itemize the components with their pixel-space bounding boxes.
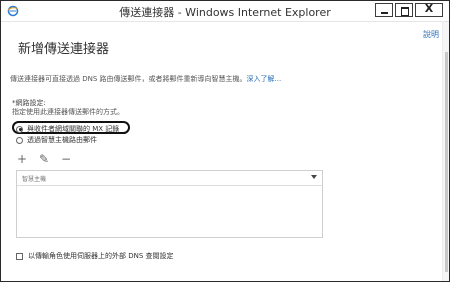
edit-icon[interactable]: ✎ [38,153,50,165]
description-text: 傳送連接器可直接透過 DNS 路由傳送郵件，或者將郵件重新導向智慧主機。 [10,75,247,83]
page-title: 新增傳送連接器 [18,42,110,57]
close-icon: X [424,2,434,15]
description: 傳送連接器可直接透過 DNS 路由傳送郵件，或者將郵件重新導向智慧主機。深入了解… [10,74,281,84]
external-dns-checkbox[interactable] [16,252,23,260]
maximize-button[interactable] [395,3,413,17]
remove-icon[interactable]: − [60,153,72,165]
maximize-icon [401,7,409,16]
grid-header[interactable]: 智慧主機 [17,171,322,186]
sort-down-icon[interactable] [311,175,317,179]
close-button[interactable]: X [415,2,443,17]
smart-host-grid[interactable]: 智慧主機 [16,170,323,238]
external-dns-option[interactable]: 以傳輸角色使用伺服器上的外部 DNS 查閱設定 [16,251,174,261]
network-settings-hint: 指定使用此連接器傳送郵件的方式。 [12,108,124,116]
minimize-icon [381,12,388,14]
external-dns-label: 以傳輸角色使用伺服器上的外部 DNS 查閱設定 [28,252,174,260]
help-link[interactable]: 說明 [423,29,439,40]
radio-label-smart-host: 透過智慧主機路由郵件 [27,136,97,144]
radio-button[interactable] [16,136,23,144]
scrollbar[interactable] [442,22,449,281]
radio-mx-record[interactable]: 與收件者網域關聯的 MX 記錄 [16,124,119,134]
add-icon[interactable]: + [16,153,28,165]
scrollbar-thumb[interactable] [445,52,448,272]
minimize-button[interactable] [375,3,393,17]
radio-button-checked[interactable] [16,125,23,133]
radio-smart-host[interactable]: 透過智慧主機路由郵件 [16,135,97,145]
column-smart-host[interactable]: 智慧主機 [22,174,46,183]
learn-more-link[interactable]: 深入了解... [247,75,282,83]
browser-window: 傳送連接器 - Windows Internet Explorer X 說明 新… [0,0,450,282]
title-bar: 傳送連接器 - Windows Internet Explorer X [1,1,449,22]
radio-label-mx: 與收件者網域關聯的 MX 記錄 [27,125,120,133]
grid-toolbar: + ✎ − [16,153,72,165]
